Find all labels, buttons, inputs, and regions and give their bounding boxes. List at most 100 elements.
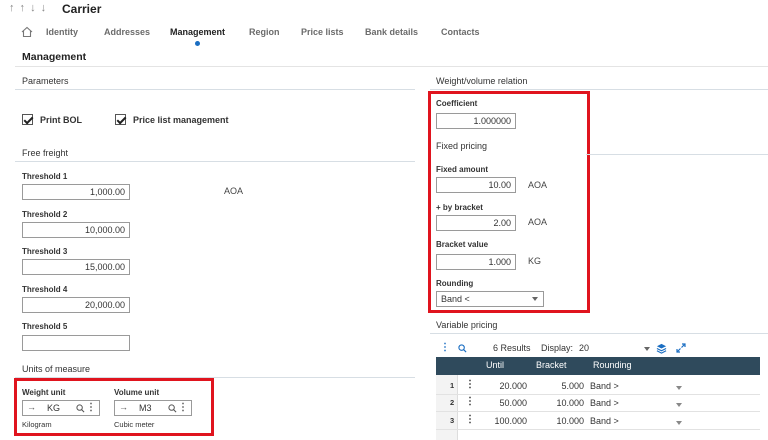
variable-pricing-divider xyxy=(430,333,768,334)
home-icon[interactable] xyxy=(21,26,33,38)
results-count: 6 Results xyxy=(493,343,531,353)
row-number: 2 xyxy=(450,398,455,407)
cell-bracket[interactable]: 10.000 xyxy=(536,398,584,408)
table-row[interactable]: 3 ⋮ 100.000 10.000 Band > xyxy=(436,413,760,429)
grid-toolbar: ⋮ 6 Results Display: 20 xyxy=(436,342,768,356)
table-row[interactable]: 1 ⋮ 20.000 5.000 Band > xyxy=(436,378,760,394)
print-bol-label: Print BOL xyxy=(40,115,82,125)
more-options-icon[interactable]: ⋮ xyxy=(178,402,188,413)
variable-pricing-heading: Variable pricing xyxy=(436,320,498,330)
weight-volume-divider xyxy=(430,89,768,90)
grid-header: Until Bracket Rounding xyxy=(436,357,760,375)
volume-unit-lookup[interactable]: → M3 ⋮ xyxy=(114,400,192,416)
tab-management[interactable]: Management xyxy=(170,27,225,37)
volume-unit-label: Volume unit xyxy=(114,388,160,397)
weight-unit-value: KG xyxy=(47,403,61,413)
chevron-down-icon[interactable] xyxy=(676,386,682,390)
cell-bracket[interactable]: 5.000 xyxy=(536,381,584,391)
display-label: Display: xyxy=(541,343,574,353)
grid-menu-icon[interactable]: ⋮ xyxy=(440,342,450,353)
cell-until[interactable]: 20.000 xyxy=(486,381,527,391)
row-divider xyxy=(436,411,760,412)
tab-identity[interactable]: Identity xyxy=(46,27,78,37)
weight-unit-lookup[interactable]: → KG ⋮ xyxy=(22,400,100,416)
search-icon[interactable] xyxy=(168,404,177,413)
fixed-amount-unit: AOA xyxy=(528,180,548,190)
free-freight-heading: Free freight xyxy=(22,148,69,158)
column-header-bracket[interactable]: Bracket xyxy=(536,360,567,370)
tab-addresses[interactable]: Addresses xyxy=(104,27,150,37)
section-divider xyxy=(15,66,768,67)
row-menu-icon[interactable]: ⋮ xyxy=(465,396,475,407)
cell-rounding[interactable]: Band > xyxy=(590,398,619,408)
volume-unit-description: Cubic meter xyxy=(114,420,155,429)
layers-icon[interactable] xyxy=(656,343,667,354)
display-select[interactable]: 20 xyxy=(579,343,589,353)
navigation-arrows-icon[interactable]: ↑ ↑ ↓ ↓ xyxy=(9,2,47,14)
row-menu-icon[interactable]: ⋮ xyxy=(465,414,475,425)
tab-contacts[interactable]: Contacts xyxy=(441,27,480,37)
row-number: 1 xyxy=(450,381,455,390)
bracket-value-unit: KG xyxy=(528,256,542,266)
cell-until[interactable]: 100.000 xyxy=(486,416,527,426)
row-divider xyxy=(436,429,760,430)
chevron-down-icon[interactable] xyxy=(676,403,682,407)
tab-bank-details[interactable]: Bank details xyxy=(365,27,418,37)
fixed-pricing-heading: Fixed pricing xyxy=(436,141,488,151)
bracket-value-label: Bracket value xyxy=(436,240,489,249)
threshold-3-label: Threshold 3 xyxy=(22,247,68,256)
threshold-1-input[interactable]: 1,000.00 xyxy=(22,184,130,200)
tab-region[interactable]: Region xyxy=(249,27,280,37)
expand-icon[interactable] xyxy=(676,343,686,353)
threshold-5-input[interactable] xyxy=(22,335,130,351)
threshold-2-input[interactable]: 10,000.00 xyxy=(22,222,130,238)
column-header-rounding[interactable]: Rounding xyxy=(593,360,632,370)
top-bar: ↑ ↑ ↓ ↓ Carrier xyxy=(0,0,768,20)
chevron-down-icon[interactable] xyxy=(676,421,682,425)
by-bracket-label: + by bracket xyxy=(436,203,483,212)
weight-unit-label: Weight unit xyxy=(22,388,66,397)
rounding-label: Rounding xyxy=(436,279,474,288)
threshold-4-input[interactable]: 20,000.00 xyxy=(22,297,130,313)
arrow-right-icon: → xyxy=(27,402,36,412)
arrow-right-icon: → xyxy=(119,402,128,412)
parameters-heading: Parameters xyxy=(22,76,69,86)
rounding-value: Band < xyxy=(441,294,470,304)
column-header-until[interactable]: Until xyxy=(486,360,504,370)
coefficient-label: Coefficient xyxy=(436,99,478,108)
print-bol-checkbox[interactable] xyxy=(22,114,33,125)
threshold-4-label: Threshold 4 xyxy=(22,285,68,294)
bracket-value-input[interactable]: 1.000 xyxy=(436,254,516,270)
fixed-amount-input[interactable]: 10.00 xyxy=(436,177,516,193)
search-icon[interactable] xyxy=(76,404,85,413)
volume-unit-value: M3 xyxy=(139,403,152,413)
row-menu-icon[interactable]: ⋮ xyxy=(465,379,475,390)
cell-until[interactable]: 50.000 xyxy=(486,398,527,408)
price-list-management-checkbox[interactable] xyxy=(115,114,126,125)
units-heading: Units of measure xyxy=(22,364,91,374)
by-bracket-input[interactable]: 2.00 xyxy=(436,215,516,231)
weight-unit-description: Kilogram xyxy=(22,420,52,429)
by-bracket-unit: AOA xyxy=(528,217,548,227)
page-title: Carrier xyxy=(62,2,102,16)
search-icon[interactable] xyxy=(458,344,467,353)
threshold-3-input[interactable]: 15,000.00 xyxy=(22,259,130,275)
table-row[interactable]: 2 ⋮ 50.000 10.000 Band > xyxy=(436,395,760,411)
more-options-icon[interactable]: ⋮ xyxy=(86,402,96,413)
chevron-down-icon[interactable] xyxy=(644,347,650,351)
free-freight-currency: AOA xyxy=(224,186,244,196)
cell-bracket[interactable]: 10.000 xyxy=(536,416,584,426)
cell-rounding[interactable]: Band > xyxy=(590,416,619,426)
coefficient-input[interactable]: 1.000000 xyxy=(436,113,516,129)
chevron-down-icon xyxy=(532,297,538,301)
price-list-management-label: Price list management xyxy=(133,115,229,125)
threshold-2-label: Threshold 2 xyxy=(22,210,68,219)
free-freight-divider xyxy=(15,161,415,162)
tab-bar: Identity Addresses Management Region Pri… xyxy=(0,22,768,44)
section-title: Management xyxy=(22,51,87,63)
active-tab-indicator xyxy=(195,41,200,46)
tab-price-lists[interactable]: Price lists xyxy=(301,27,344,37)
fixed-pricing-divider xyxy=(586,154,768,155)
rounding-select[interactable]: Band < xyxy=(436,291,544,307)
cell-rounding[interactable]: Band > xyxy=(590,381,619,391)
